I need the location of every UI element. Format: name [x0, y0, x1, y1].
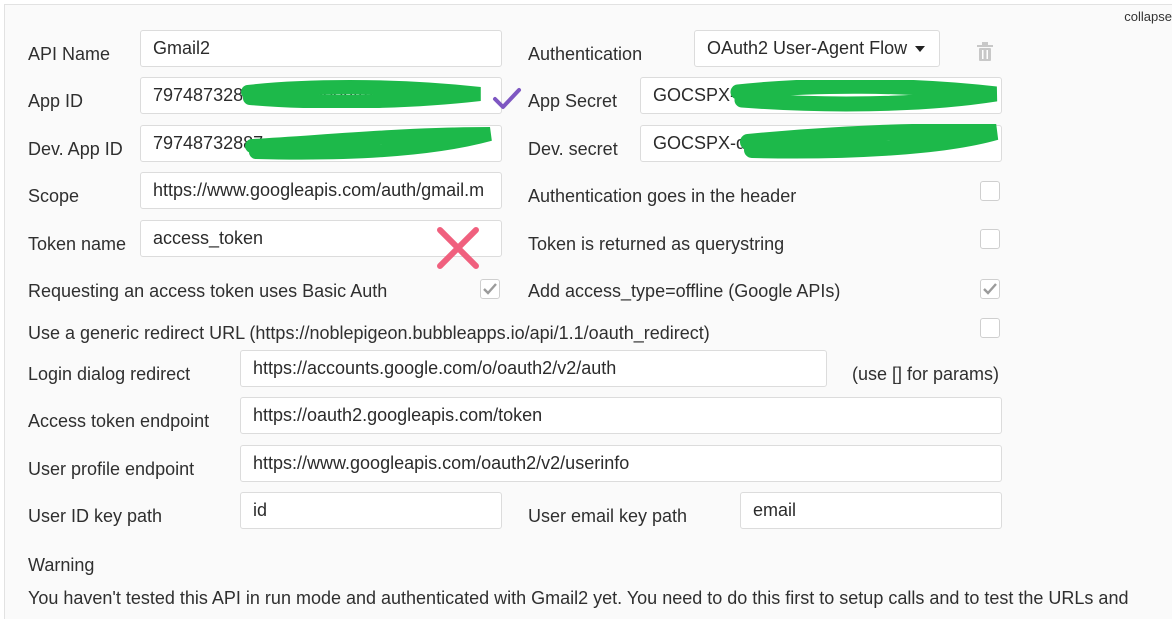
user-email-path-input[interactable]: email — [740, 492, 1002, 529]
warning-text: You haven't tested this API in run mode … — [28, 588, 1129, 608]
checkmark-icon — [983, 283, 997, 295]
generic-redirect-checkbox[interactable] — [980, 318, 1000, 338]
generic-redirect-label: Use a generic redirect URL (https://nobl… — [28, 323, 710, 343]
checkmark-icon — [483, 283, 497, 295]
login-redirect-label: Login dialog redirect — [28, 364, 191, 384]
app-secret-input[interactable]: GOCSPX-c — [640, 77, 1002, 114]
api-name-label: API Name — [28, 44, 111, 64]
user-id-path-input[interactable]: id — [240, 492, 502, 529]
basic-auth-label: Requesting an access token uses Basic Au… — [28, 281, 388, 301]
dev-secret-input[interactable]: GOCSPX-d — [640, 125, 1002, 162]
authentication-value: OAuth2 User-Agent Flow — [707, 38, 908, 58]
token-querystring-checkbox[interactable] — [980, 229, 1000, 249]
app-id-input[interactable]: 7974873288?7 rhmidoontmi — [140, 77, 502, 114]
trash-icon[interactable] — [976, 42, 994, 67]
basic-auth-checkbox[interactable] — [480, 279, 500, 299]
authentication-label: Authentication — [528, 44, 643, 64]
scope-label: Scope — [28, 186, 80, 206]
access-token-endpoint-label: Access token endpoint — [28, 411, 210, 431]
dev-app-id-label: Dev. App ID — [28, 139, 123, 159]
access-type-offline-checkbox[interactable] — [980, 279, 1000, 299]
dev-app-id-input[interactable]: 79748732887 — [140, 125, 502, 162]
auth-in-header-checkbox[interactable] — [980, 181, 1000, 201]
dev-secret-label: Dev. secret — [528, 139, 618, 159]
warning-title: Warning — [28, 555, 95, 575]
scope-input[interactable]: https://www.googleapis.com/auth/gmail.m — [140, 172, 502, 209]
token-name-label: Token name — [28, 234, 127, 254]
app-secret-label: App Secret — [528, 91, 618, 111]
token-name-input[interactable]: access_token — [140, 220, 502, 257]
authentication-dropdown[interactable]: OAuth2 User-Agent Flow — [694, 30, 940, 67]
user-email-path-label: User email key path — [528, 506, 688, 526]
user-profile-endpoint-label: User profile endpoint — [28, 459, 195, 479]
caret-down-icon — [915, 46, 926, 53]
auth-in-header-label: Authentication goes in the header — [528, 186, 797, 206]
access-token-endpoint-input[interactable]: https://oauth2.googleapis.com/token — [240, 397, 1002, 434]
login-redirect-input[interactable]: https://accounts.google.com/o/oauth2/v2/… — [240, 350, 827, 387]
user-profile-endpoint-input[interactable]: https://www.googleapis.com/oauth2/v2/use… — [240, 445, 1002, 482]
access-type-offline-label: Add access_type=offline (Google APIs) — [528, 281, 841, 301]
token-querystring-label: Token is returned as querystring — [528, 234, 785, 254]
params-hint: (use [] for params) — [852, 364, 1000, 384]
collapse-link[interactable]: collapse — [1124, 9, 1172, 24]
user-id-path-label: User ID key path — [28, 506, 163, 526]
app-id-label: App ID — [28, 91, 84, 111]
api-name-input[interactable]: Gmail2 — [140, 30, 502, 67]
